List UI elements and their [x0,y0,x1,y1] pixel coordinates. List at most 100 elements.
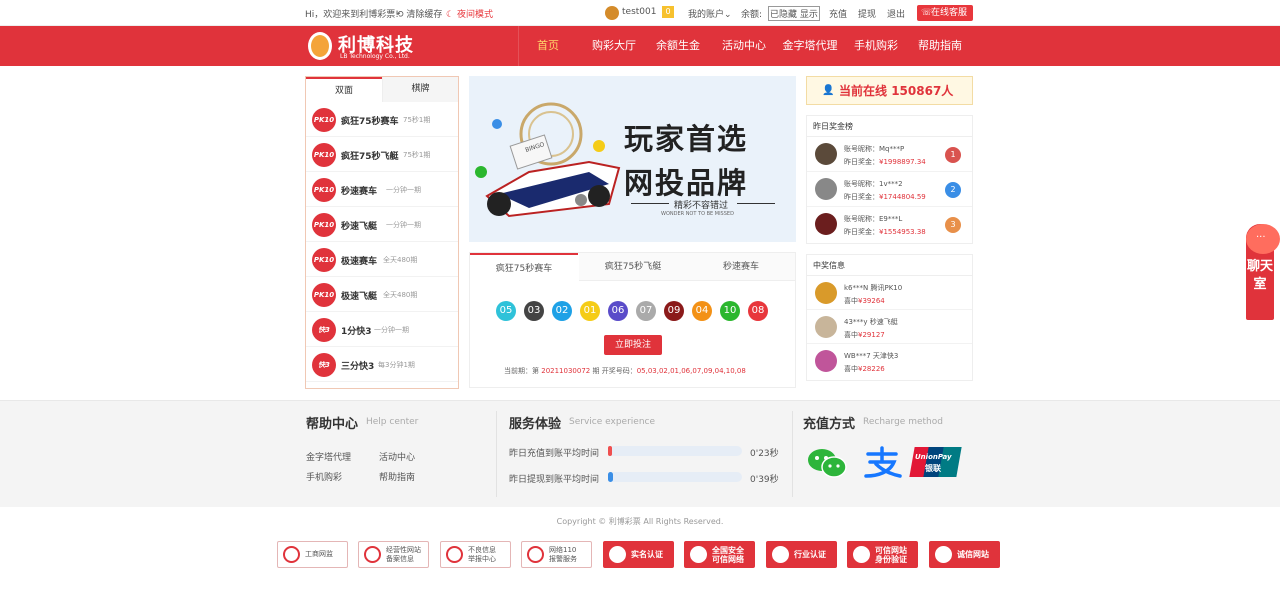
promo-banner[interactable]: BINGO 玩家首选 网投品牌 精彩不容错过 WONDER NOT TO BE … [469,76,796,242]
game-name[interactable]: 秒速飞艇 [341,219,377,232]
balance-toggle[interactable]: 已隐藏 显示 [768,6,820,21]
clear-cache-label[interactable]: 清除缓存 [406,10,442,20]
game-item[interactable]: PK10 疯狂75秒飞艇 75秒1期 [306,137,458,172]
nick-value: 1v***2 [879,180,903,188]
badge-label: 备案信息 [386,555,414,563]
badge-label: 可信网站 [875,546,907,555]
footer-link[interactable]: 金字塔代理 [306,450,351,463]
nick-label: 账号昵称： [844,145,879,153]
my-account-label[interactable]: 我的账户 [688,10,724,20]
recharge-link[interactable]: 充值 [829,7,847,20]
footer-link[interactable]: 手机购彩 [306,470,342,483]
badge-label: 不良信息 [468,546,496,554]
banner-rule [631,203,669,204]
nav-lottery-hall[interactable]: 购彩大厅 [586,26,642,66]
nav-balance-earn[interactable]: 余额生金 [651,26,705,66]
period-label: 当前期：第 [504,367,539,375]
clear-cache-link[interactable]: ⟲ 清除缓存 [396,7,442,20]
trust-badge-report[interactable]: 不良信息 举报中心 [440,541,511,568]
service-title: 服务体验 [509,417,562,432]
k3-icon: 快3 [312,318,336,342]
banner-line-4: WONDER NOT TO BE MISSED [661,211,734,217]
trust-badge-110[interactable]: 网络110 报警服务 [521,541,592,568]
tab-card-games[interactable]: 棋牌 [382,77,458,102]
footer-link[interactable]: 帮助指南 [379,470,415,483]
game-item[interactable]: 快3 1分快3 一分钟一期 [306,312,458,347]
unionpay-icon[interactable]: UnionPay 银联 [909,447,962,477]
bet-now-button[interactable]: 立即投注 [604,335,662,355]
nav-home[interactable]: 首页 [522,26,574,66]
winner-label: 喜中 [844,331,858,339]
trust-badge-trusted[interactable]: 可信网站 身份验证 [847,541,918,568]
nav-help-guide[interactable]: 帮助指南 [913,26,967,66]
footer-link[interactable]: 活动中心 [379,450,415,463]
tab-speed-racing[interactable]: 秒速赛车 [687,253,795,281]
game-item[interactable]: 快3 三分快3 每3分钟1期 [306,347,458,382]
online-service-label[interactable]: 在线客服 [931,8,967,18]
tab-crazy75-racing[interactable]: 疯狂75秒赛车 [470,253,578,281]
badge-label: 工商网监 [305,550,333,558]
badge-label: 诚信网站 [957,550,989,559]
chat-bubble-icon[interactable]: ··· [1246,224,1280,254]
night-mode-link[interactable]: ☾ 夜间模式 [446,7,493,20]
nav-activity-center[interactable]: 活动中心 [717,26,771,66]
ranking-row: 账号昵称：Mq***P 昨日奖金：¥1998897.34 1 [807,137,972,172]
trust-badge-secure[interactable]: 全国安全 可信网络 [684,541,755,568]
winner-label: 喜中 [844,297,858,305]
k3-icon: 快3 [312,353,336,377]
wechat-pay-icon[interactable] [806,446,848,480]
game-name[interactable]: 1分快3 [341,324,372,337]
trust-badge-record[interactable]: 经营性网站 备案信息 [358,541,429,568]
withdraw-link[interactable]: 提现 [858,7,876,20]
prize-value: ¥1744804.59 [879,193,926,201]
logo[interactable]: 利博科技 LB Technology Co., Ltd. [308,30,448,64]
game-name[interactable]: 三分快3 [341,359,374,372]
pk10-icon: PK10 [312,283,336,307]
result-ball: 10 [720,301,740,321]
my-account-menu[interactable]: 我的账户⌄ [688,7,732,20]
game-name[interactable]: 极速飞艇 [341,289,377,302]
trust-badge-realname[interactable]: 实名认证 [603,541,674,568]
trust-badge-commerce[interactable]: 工商网监 [277,541,348,568]
game-period: 每3分钟1期 [378,361,415,369]
game-name[interactable]: 疯狂75秒赛车 [341,114,399,127]
main-nav: 利博科技 LB Technology Co., Ltd. 首页 购彩大厅 余额生… [0,26,1280,66]
badge-label: 实名认证 [631,550,663,559]
ranking-title: 昨日奖金榜 [807,116,972,137]
trust-badge-integrity[interactable]: 诚信网站 [929,541,1000,568]
online-service-button[interactable]: 在线客服 [917,5,973,21]
nav-mobile-lottery[interactable]: 手机购彩 [849,26,903,66]
rank-prize: 昨日奖金：¥1744804.59 [844,192,926,202]
winner-amount: ¥29127 [858,331,885,339]
result-ball: 06 [608,301,628,321]
recharge-title: 充值方式 [803,417,856,432]
game-item[interactable]: PK10 秒速赛车 一分钟一期 [306,172,458,207]
footer-divider [496,411,497,497]
deposit-time-fill [608,446,613,456]
banner-line-2: 网投品牌 [624,166,749,200]
unionpay-label: UnionPay [915,453,952,461]
top-bar: Hi，欢迎来到利博彩票! ⟲ 清除缓存 ☾ 夜间模式 test001 0 我的账… [0,0,1280,26]
winner-amount-line: 喜中¥39264 [844,296,885,306]
game-name[interactable]: 极速赛车 [341,254,377,267]
welcome-text: Hi，欢迎来到利博彩票! [305,10,399,20]
period-number: 20211030072 [541,367,591,375]
tab-double-sided[interactable]: 双面 [306,77,382,102]
winners-title: 中奖信息 [807,255,972,276]
tab-crazy75-boat[interactable]: 疯狂75秒飞艇 [579,253,687,281]
logout-link[interactable]: 退出 [887,7,905,20]
game-name[interactable]: 疯狂75秒飞艇 [341,149,399,162]
trust-badge-industry[interactable]: 行业认证 [766,541,837,568]
game-item[interactable]: PK10 极速赛车 全天480期 [306,242,458,277]
rank-prize: 昨日奖金：¥1998897.34 [844,157,926,167]
game-item[interactable]: PK10 疯狂75秒赛车 75秒1期 [306,102,458,137]
game-name[interactable]: 秒速赛车 [341,184,377,197]
night-mode-label[interactable]: 夜间模式 [457,10,493,20]
game-item[interactable]: PK10 秒速飞艇 一分钟一期 [306,207,458,242]
alipay-icon[interactable] [862,446,902,480]
result-ball: 05 [496,301,516,321]
help-center-subtitle: Help center [366,417,419,427]
nav-pyramid-agent[interactable]: 金字塔代理 [779,26,841,66]
game-item[interactable]: PK10 极速飞艇 全天480期 [306,277,458,312]
withdraw-time-bar [608,472,742,482]
